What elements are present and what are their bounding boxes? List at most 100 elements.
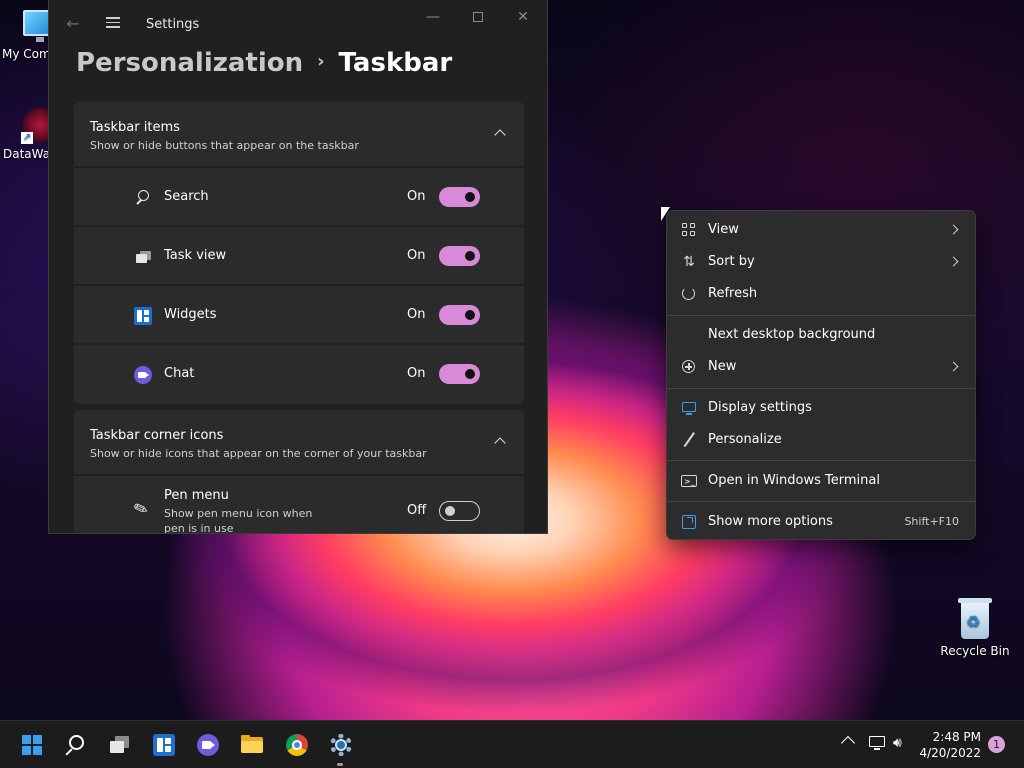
setting-row-search: Search On xyxy=(74,168,524,227)
menu-item-label: Personalize xyxy=(708,432,782,447)
toggle-state-text: On xyxy=(407,189,426,204)
widgets-icon xyxy=(134,307,152,325)
menu-divider xyxy=(667,388,975,389)
brush-icon xyxy=(678,429,700,451)
taskbar-widgets-button[interactable] xyxy=(146,728,182,762)
taskbar-items-header[interactable]: Taskbar items Show or hide buttons that … xyxy=(74,102,524,168)
keyboard-shortcut: Shift+F10 xyxy=(904,515,959,528)
taskbar-items-section: Taskbar items Show or hide buttons that … xyxy=(74,102,524,404)
menu-item-personalize[interactable]: Personalize xyxy=(671,425,971,455)
chevron-up-icon[interactable] xyxy=(490,432,510,452)
taskbar-chrome-button[interactable] xyxy=(278,728,314,762)
chevron-right-icon xyxy=(948,256,959,267)
volume-icon[interactable]: 🔊︎ xyxy=(893,735,911,751)
setting-row-task-view: Task view On xyxy=(74,227,524,286)
menu-divider xyxy=(667,315,975,316)
clock-time: 2:48 PM xyxy=(932,730,981,744)
menu-item-label: Next desktop background xyxy=(708,327,876,342)
mouse-pointer-icon xyxy=(661,207,670,221)
menu-item-display-settings[interactable]: Display settings xyxy=(671,393,971,423)
close-button[interactable]: ✕ xyxy=(501,6,545,28)
settings-window: ← Settings — ✕ Personalization › Taskbar T… xyxy=(48,0,548,534)
chat-icon xyxy=(134,366,152,384)
minimize-button[interactable]: — xyxy=(411,6,455,28)
desktop-context-menu: View ⇅ Sort by Refresh Next desktop back… xyxy=(666,210,976,540)
desktop-icon-recycle-bin[interactable]: ♻ Recycle Bin xyxy=(935,598,1015,658)
setting-label: Pen menu xyxy=(164,488,229,503)
back-arrow-icon[interactable]: ← xyxy=(63,14,83,34)
display-icon xyxy=(681,400,697,416)
terminal-icon: >_ xyxy=(681,473,697,489)
menu-item-show-more-options[interactable]: Show more options Shift+F10 xyxy=(671,507,971,537)
menu-item-label: Display settings xyxy=(708,400,812,415)
chevron-right-icon xyxy=(948,224,959,235)
menu-item-label: Sort by xyxy=(708,254,755,269)
pen-menu-toggle[interactable] xyxy=(439,501,480,521)
show-hidden-icons-chevron-icon[interactable] xyxy=(840,735,856,751)
clock-date: 4/20/2022 xyxy=(919,746,981,760)
menu-item-new[interactable]: New xyxy=(671,352,971,382)
section-subtitle: Show or hide buttons that appear on the … xyxy=(90,139,359,152)
setting-row-pen-menu: ✎ Pen menu Show pen menu icon when pen i… xyxy=(74,476,524,534)
pen-icon: ✎ xyxy=(131,497,152,522)
toggle-state-text: On xyxy=(407,366,426,381)
menu-item-label: Show more options xyxy=(708,514,833,529)
taskbar-search-button[interactable] xyxy=(58,728,94,762)
refresh-icon xyxy=(681,286,697,302)
menu-item-label: Open in Windows Terminal xyxy=(708,473,880,488)
taskbar-file-explorer-button[interactable] xyxy=(234,728,270,762)
menu-item-next-desktop-background[interactable]: Next desktop background xyxy=(671,320,971,350)
menu-divider xyxy=(667,501,975,502)
notification-badge[interactable]: 1 xyxy=(988,736,1005,753)
title-bar: ← Settings — ✕ xyxy=(49,0,547,50)
task-view-toggle[interactable] xyxy=(439,246,480,266)
menu-divider xyxy=(667,460,975,461)
desktop-icon-label: Recycle Bin xyxy=(940,644,1010,658)
taskbar-task-view-button[interactable] xyxy=(102,728,138,762)
search-icon xyxy=(134,189,152,207)
chevron-right-icon xyxy=(948,361,959,372)
section-title: Taskbar corner icons xyxy=(90,428,224,443)
menu-item-label: New xyxy=(708,359,737,374)
breadcrumb: Personalization › Taskbar xyxy=(76,48,452,78)
toggle-state-text: Off xyxy=(407,503,427,518)
page-title: Taskbar xyxy=(338,48,453,78)
sort-icon: ⇅ xyxy=(683,254,695,270)
taskbar-corner-icons-header[interactable]: Taskbar corner icons Show or hide icons … xyxy=(74,410,524,476)
section-title: Taskbar items xyxy=(90,120,180,135)
setting-label: Widgets xyxy=(164,307,217,322)
chat-toggle[interactable] xyxy=(439,364,480,384)
more-options-icon xyxy=(681,514,697,530)
setting-label: Task view xyxy=(164,248,227,263)
search-toggle[interactable] xyxy=(439,187,480,207)
start-button[interactable] xyxy=(14,728,50,762)
setting-description: Show pen menu icon when pen is in use xyxy=(164,507,313,534)
setting-row-widgets: Widgets On xyxy=(74,286,524,345)
taskbar: 🔊︎ 2:48 PM 4/20/2022 1 xyxy=(0,720,1024,768)
setting-label: Search xyxy=(164,189,209,204)
breadcrumb-separator: › xyxy=(317,51,325,72)
maximize-button[interactable] xyxy=(456,6,500,28)
menu-item-label: View xyxy=(708,222,739,237)
toggle-state-text: On xyxy=(407,307,426,322)
menu-item-refresh[interactable]: Refresh xyxy=(671,279,971,309)
breadcrumb-personalization[interactable]: Personalization xyxy=(76,48,303,78)
network-icon[interactable] xyxy=(869,736,887,750)
chevron-up-icon[interactable] xyxy=(490,124,510,144)
setting-row-chat: Chat On xyxy=(74,345,524,404)
menu-item-open-in-windows-terminal[interactable]: >_ Open in Windows Terminal xyxy=(671,466,971,496)
menu-item-view[interactable]: View xyxy=(671,215,971,245)
menu-item-sort-by[interactable]: ⇅ Sort by xyxy=(671,247,971,277)
task-view-icon xyxy=(134,248,152,266)
widgets-toggle[interactable] xyxy=(439,305,480,325)
hamburger-menu-icon[interactable] xyxy=(103,14,123,34)
recycle-bin-icon: ♻ xyxy=(958,598,992,640)
taskbar-settings-button[interactable] xyxy=(322,728,358,766)
add-circle-icon xyxy=(681,359,697,375)
taskbar-chat-button[interactable] xyxy=(190,728,226,762)
grid-view-icon xyxy=(681,222,697,238)
clock[interactable]: 2:48 PM 4/20/2022 xyxy=(915,729,981,761)
section-subtitle: Show or hide icons that appear on the co… xyxy=(90,447,427,460)
taskbar-corner-icons-section: Taskbar corner icons Show or hide icons … xyxy=(74,410,524,534)
setting-label: Chat xyxy=(164,366,195,381)
